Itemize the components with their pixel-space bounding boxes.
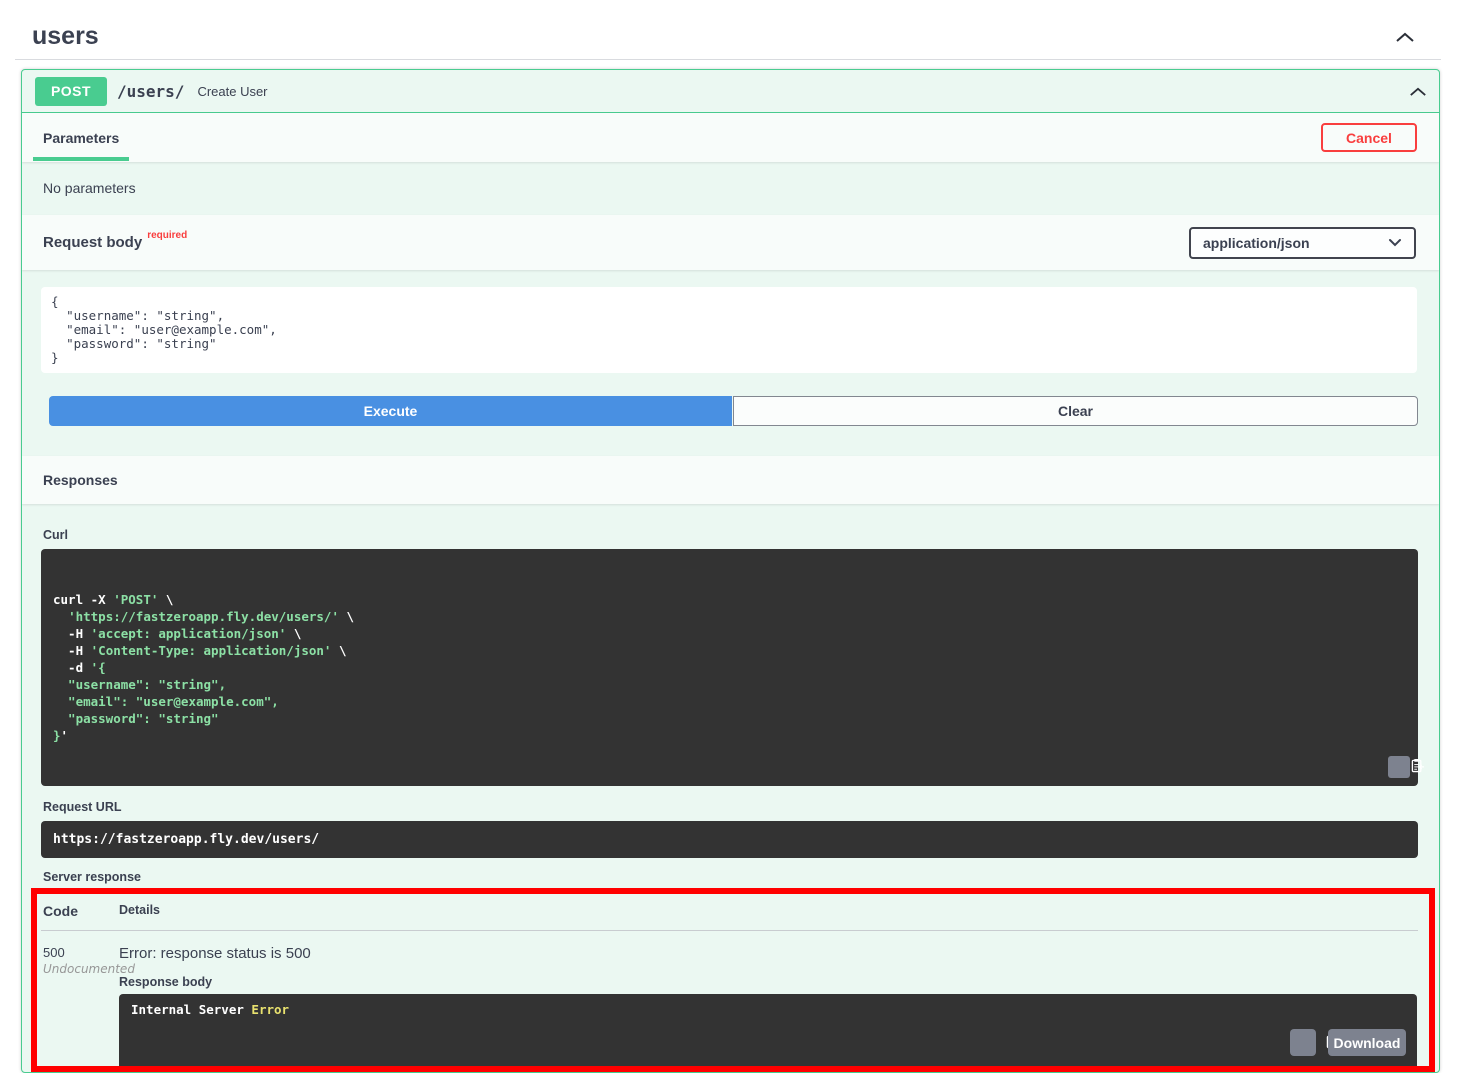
- tab-parameters[interactable]: Parameters: [33, 115, 129, 161]
- spacer: [22, 426, 1439, 456]
- clear-button[interactable]: Clear: [733, 396, 1418, 426]
- collapse-operation-button[interactable]: [1407, 84, 1429, 99]
- request-url-value: https://fastzeroapp.fly.dev/users/: [41, 821, 1418, 858]
- chevron-up-icon: [1409, 85, 1427, 100]
- request-body-editor-section: { "username": "string", "email": "user@e…: [22, 270, 1439, 373]
- response-row: 500 Undocumented Error: response status …: [37, 931, 1429, 1066]
- curl-label: Curl: [43, 528, 1418, 542]
- details-column-header: Details: [119, 903, 1429, 919]
- curl-code: curl -X 'POST' \ 'https://fastzeroapp.fl…: [41, 549, 1418, 786]
- annotation-highlight-box: Code Details 500 Undocumented Error: res…: [31, 888, 1435, 1072]
- operation-path: /users/: [117, 82, 184, 101]
- method-badge: POST: [35, 77, 107, 106]
- content-type-select[interactable]: application/json: [1189, 227, 1416, 259]
- response-body-label: Response body: [119, 975, 1417, 989]
- response-details-cell: Error: response status is 500 Response b…: [119, 945, 1429, 1066]
- responses-section-header: Responses: [22, 456, 1439, 504]
- responses-heading: Responses: [43, 472, 118, 488]
- status-code: 500: [43, 945, 119, 960]
- required-badge: required: [147, 230, 187, 241]
- request-url-label: Request URL: [43, 800, 1418, 814]
- download-button[interactable]: Download: [1328, 1029, 1406, 1056]
- response-code-cell: 500 Undocumented: [37, 945, 119, 1066]
- content-type-value: application/json: [1203, 235, 1310, 251]
- operation-block: POST /users/ Create User Parameters Canc…: [21, 69, 1440, 1073]
- responses-content: Curl curl -X 'POST' \ 'https://fastzeroa…: [22, 504, 1439, 1072]
- section-title: users: [32, 22, 99, 51]
- undocumented-label: Undocumented: [43, 962, 119, 976]
- chevron-up-icon: [1395, 31, 1415, 46]
- tag-section-header[interactable]: users: [15, 0, 1441, 60]
- operation-summary[interactable]: POST /users/ Create User: [22, 70, 1439, 113]
- collapse-section-button[interactable]: [1393, 29, 1417, 45]
- error-message: Error: response status is 500: [119, 945, 1417, 962]
- code-column-header: Code: [37, 903, 119, 919]
- response-table-header: Code Details: [37, 894, 1429, 919]
- execute-button[interactable]: Execute: [49, 396, 732, 426]
- cancel-button[interactable]: Cancel: [1321, 123, 1417, 152]
- request-body-editor[interactable]: { "username": "string", "email": "user@e…: [41, 287, 1417, 373]
- execute-row: Execute Clear: [22, 396, 1439, 426]
- no-parameters-message: No parameters: [22, 162, 1439, 215]
- copy-to-clipboard-icon: [1373, 743, 1424, 791]
- request-body-section-header: Request bodyrequired application/json: [22, 215, 1439, 270]
- parameters-section-header: Parameters Cancel: [22, 113, 1439, 162]
- response-body-code: Internal Server Error: [119, 994, 1417, 1066]
- operation-summary-text: Create User: [197, 84, 267, 99]
- copy-curl-button[interactable]: [1388, 756, 1410, 778]
- request-body-label-group: Request bodyrequired: [43, 234, 187, 252]
- copy-response-button[interactable]: [1290, 1029, 1316, 1056]
- request-body-label: Request body: [43, 234, 142, 251]
- chevron-down-icon: [1388, 234, 1402, 252]
- server-response-label: Server response: [43, 870, 1418, 884]
